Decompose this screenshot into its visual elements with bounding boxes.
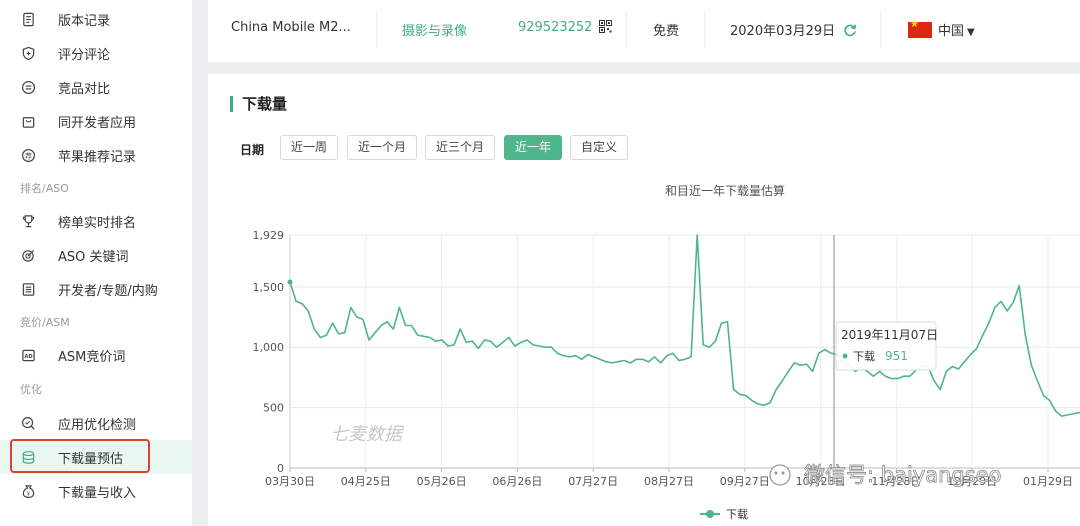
legend-label: 下载 xyxy=(726,508,748,521)
list-icon xyxy=(20,281,36,297)
tooltip-series-name: 下载 xyxy=(853,350,875,363)
x-tick-label: 04月25日 xyxy=(341,475,391,488)
app-info-bar: China Mobile M2... 摄影与录像 929523252 免费 20… xyxy=(208,0,1080,62)
wechat-id-text: 微信号: baiyangseo xyxy=(804,463,1001,487)
sidebar-item-label: 榜单实时排名 xyxy=(58,215,137,231)
sidebar-category-optimize: 优化 xyxy=(20,383,42,396)
sidebar-category-bid: 竞价/ASM xyxy=(20,316,70,329)
sidebar-item-realtime-rank[interactable]: 榜单实时排名 xyxy=(0,204,192,238)
y-tick-label: 1,000 xyxy=(253,341,285,354)
trophy-icon xyxy=(20,213,36,229)
app-id[interactable]: 929523252 xyxy=(518,20,612,37)
highlight-box xyxy=(10,439,150,473)
sidebar-item-version-history[interactable]: 版本记录 xyxy=(0,2,192,36)
app-name: China Mobile M2... xyxy=(231,20,351,35)
wechat-overlay: 微信号: baiyangseo xyxy=(769,463,1002,487)
sidebar-item-label: 开发者/专题/内购 xyxy=(58,283,158,299)
x-tick-label: 05月26日 xyxy=(417,475,467,488)
sidebar-item-apple-featured[interactable]: 荐 苹果推荐记录 xyxy=(0,138,192,172)
svg-text:AD: AD xyxy=(24,353,32,359)
x-tick-label: 06月26日 xyxy=(492,475,542,488)
target-icon xyxy=(20,247,36,263)
qrcode-icon[interactable] xyxy=(598,20,612,37)
sidebar-item-download-revenue[interactable]: ¥ 下载量与收入 xyxy=(0,474,192,508)
refresh-icon[interactable] xyxy=(843,23,857,41)
app-price: 免费 xyxy=(653,24,680,39)
country-value: 中国 xyxy=(938,24,965,39)
badge-icon: 荐 xyxy=(20,147,36,163)
svg-text:荐: 荐 xyxy=(25,151,32,160)
sidebar-item-developer-topics[interactable]: 开发者/专题/内购 xyxy=(0,272,192,306)
bag-icon xyxy=(20,113,36,129)
sidebar-category-rank: 排名/ASO xyxy=(20,182,69,195)
compare-icon xyxy=(20,79,36,95)
release-date-value: 2020年03月29日 xyxy=(730,24,836,39)
sidebar-item-ratings[interactable]: 评分评论 xyxy=(0,36,192,70)
tooltip-value: 951 xyxy=(885,349,908,363)
china-flag-icon xyxy=(908,19,932,38)
download-panel: 下载量 日期 近一周 近一个月 近三个月 近一年 自定义 和目近一年下载量估算 … xyxy=(208,74,1080,526)
wechat-icon xyxy=(769,464,791,486)
watermark-text: 七麦数据 xyxy=(330,424,405,445)
y-tick-label: 0 xyxy=(277,462,284,475)
chart-legend[interactable]: 下载 xyxy=(700,508,748,521)
sidebar-item-same-developer[interactable]: 同开发者应用 xyxy=(0,104,192,138)
divider xyxy=(626,10,627,48)
country-select[interactable]: 中国▼ xyxy=(908,19,975,39)
legend-marker xyxy=(706,510,714,518)
chart-title: 和目近一年下载量估算 xyxy=(665,183,785,198)
sidebar-item-app-optimization[interactable]: 应用优化检测 xyxy=(0,406,192,440)
shield-icon xyxy=(20,45,36,61)
series-start-point xyxy=(287,279,293,285)
divider xyxy=(880,10,881,48)
sidebar-item-label: 版本记录 xyxy=(58,13,111,29)
download-chart[interactable]: 和目近一年下载量估算 0 500 1,000 1,500 1,929 03月30日 04月2… xyxy=(208,74,1080,526)
chart-tooltip: 2019年11月07日 下载 951 xyxy=(835,321,938,371)
document-icon xyxy=(20,11,36,27)
x-tick-label: 09月27日 xyxy=(720,475,770,488)
sidebar: 版本记录 评分评论 竞品对比 同开发者应用 荐 苹果推荐记录 排名/ASO 榜单… xyxy=(0,0,192,526)
y-tick-label: 500 xyxy=(263,402,284,415)
sidebar-item-aso-keywords[interactable]: ASO 关键词 xyxy=(0,238,192,272)
sidebar-item-compare[interactable]: 竞品对比 xyxy=(0,70,192,104)
sidebar-item-label: ASM竞价词 xyxy=(58,349,126,365)
sidebar-item-label: 同开发者应用 xyxy=(58,115,137,131)
sidebar-item-label: 苹果推荐记录 xyxy=(58,149,137,165)
sidebar-item-label: 评分评论 xyxy=(58,47,111,63)
money-bag-icon: ¥ xyxy=(20,483,36,499)
x-tick-label: 07月27日 xyxy=(568,475,618,488)
divider xyxy=(376,10,377,48)
sidebar-item-label: 竞品对比 xyxy=(58,81,111,97)
sidebar-item-label: ASO 关键词 xyxy=(58,249,129,265)
sidebar-item-label: 应用优化检测 xyxy=(58,417,137,433)
tooltip-date: 2019年11月07日 xyxy=(841,328,938,342)
x-tick-label: 01月29日 xyxy=(1023,475,1073,488)
app-category-link[interactable]: 摄影与录像 xyxy=(402,20,467,39)
svg-text:¥: ¥ xyxy=(26,491,30,497)
sidebar-item-label: 下载量与收入 xyxy=(58,485,137,501)
app-id-value: 929523252 xyxy=(518,20,593,35)
sidebar-item-asm-bid-words[interactable]: AD ASM竞价词 xyxy=(0,338,192,372)
series-line-downloads xyxy=(289,234,1080,417)
y-tick-label: 1,500 xyxy=(253,281,285,294)
caret-down-icon: ▼ xyxy=(967,27,975,38)
y-tick-label: 1,929 xyxy=(253,229,285,242)
x-tick-label: 03月30日 xyxy=(265,475,315,488)
divider xyxy=(704,10,705,48)
ad-icon: AD xyxy=(20,347,36,363)
x-tick-label: 08月27日 xyxy=(644,475,694,488)
search-check-icon xyxy=(20,415,36,431)
tooltip-marker xyxy=(842,353,848,359)
release-date: 2020年03月29日 xyxy=(730,20,857,41)
